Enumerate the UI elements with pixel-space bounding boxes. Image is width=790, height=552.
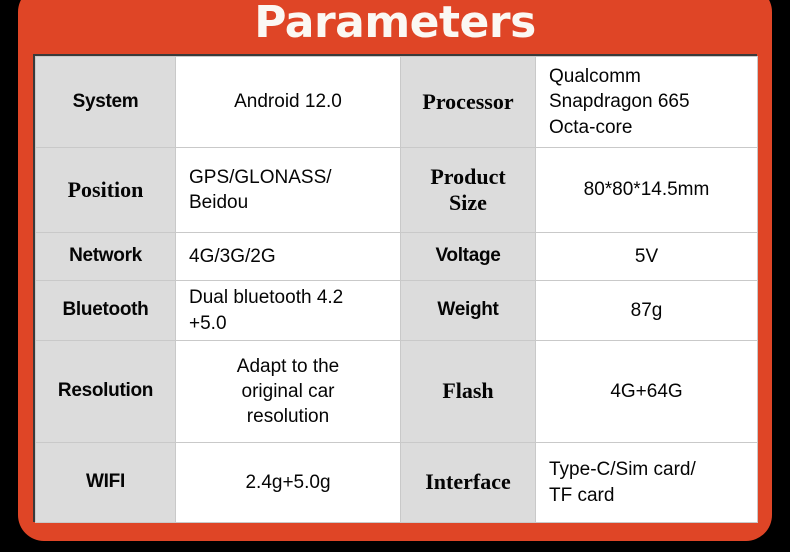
table-body: System Android 12.0 Processor Qualcomm Snapd… [35, 56, 758, 523]
left-spec-label: Bluetooth [35, 280, 176, 341]
right-spec-label: Flash [400, 340, 536, 443]
text-line: Snapdragon 665 [549, 91, 690, 113]
text-line: Product [430, 163, 506, 189]
text-line: Dual bluetooth 4.2 [189, 287, 344, 309]
text-line: GPS/GLONASS/ [189, 166, 332, 188]
text-line: Qualcomm [549, 66, 641, 88]
right-spec-value: 80*80*14.5mm [535, 147, 758, 233]
text-line: original car [241, 380, 335, 402]
table-row: System Android 12.0 Processor Qualcomm Snapd… [35, 56, 758, 148]
right-spec-label: Product Size [400, 147, 536, 233]
table-row: Position GPS/GLONASS/Beidou Product Size 80*… [35, 147, 758, 233]
left-spec-label: System [35, 56, 176, 148]
left-spec-label: Resolution [35, 340, 176, 443]
text-line: Type-C/Sim card/ [549, 459, 696, 481]
page-root: Parameters System Android 12.0 Processor Qu… [0, 0, 790, 552]
table-row: Resolution Adapt to the original car resolu… [35, 340, 758, 443]
left-spec-label: WIFI [35, 442, 176, 523]
specifications-table: System Android 12.0 Processor Qualcomm Snapd… [35, 56, 758, 523]
right-spec-value: 87g [535, 280, 758, 341]
right-spec-value: Type-C/Sim card/TF card [535, 442, 758, 523]
right-spec-label: Voltage [400, 232, 536, 281]
specifications-table-container: System Android 12.0 Processor Qualcomm Snapd… [33, 54, 758, 523]
left-spec-value: Dual bluetooth 4.2 +5.0 [175, 280, 401, 341]
right-spec-value: 5V [535, 232, 758, 281]
text-line: Beidou [189, 192, 249, 213]
left-spec-label: Position [35, 147, 176, 233]
right-spec-label: Interface [400, 442, 536, 523]
right-spec-label: Weight [400, 280, 536, 341]
right-spec-value: Qualcomm Snapdragon 665 Octa-core [535, 56, 758, 148]
table-row: Network 4G/3G/2G Voltage 5V [35, 232, 758, 281]
right-spec-value: 4G+64G [535, 340, 758, 443]
text-line: TF card [549, 484, 615, 506]
table-row: WIFI 2.4g+5.0g Interface Type-C/Sim card/TF… [35, 442, 758, 523]
left-spec-value: 4G/3G/2G [175, 232, 401, 281]
table-row: Bluetooth Dual bluetooth 4.2 +5.0 Weight 87g [35, 280, 758, 341]
left-spec-value: 2.4g+5.0g [175, 442, 401, 523]
text-line: resolution [246, 406, 330, 428]
text-line: Adapt to the [236, 355, 340, 377]
left-spec-value: GPS/GLONASS/Beidou [175, 147, 401, 233]
text-line: Octa-core [549, 116, 633, 138]
text-line: +5.0 [189, 312, 227, 334]
text-line: Size [449, 190, 487, 215]
right-spec-label: Processor [400, 56, 536, 148]
left-spec-value: Adapt to the original car resolution [175, 340, 401, 443]
left-spec-value: Android 12.0 [175, 56, 401, 148]
left-spec-label: Network [35, 232, 176, 281]
page-title: Parameters [254, 0, 536, 48]
